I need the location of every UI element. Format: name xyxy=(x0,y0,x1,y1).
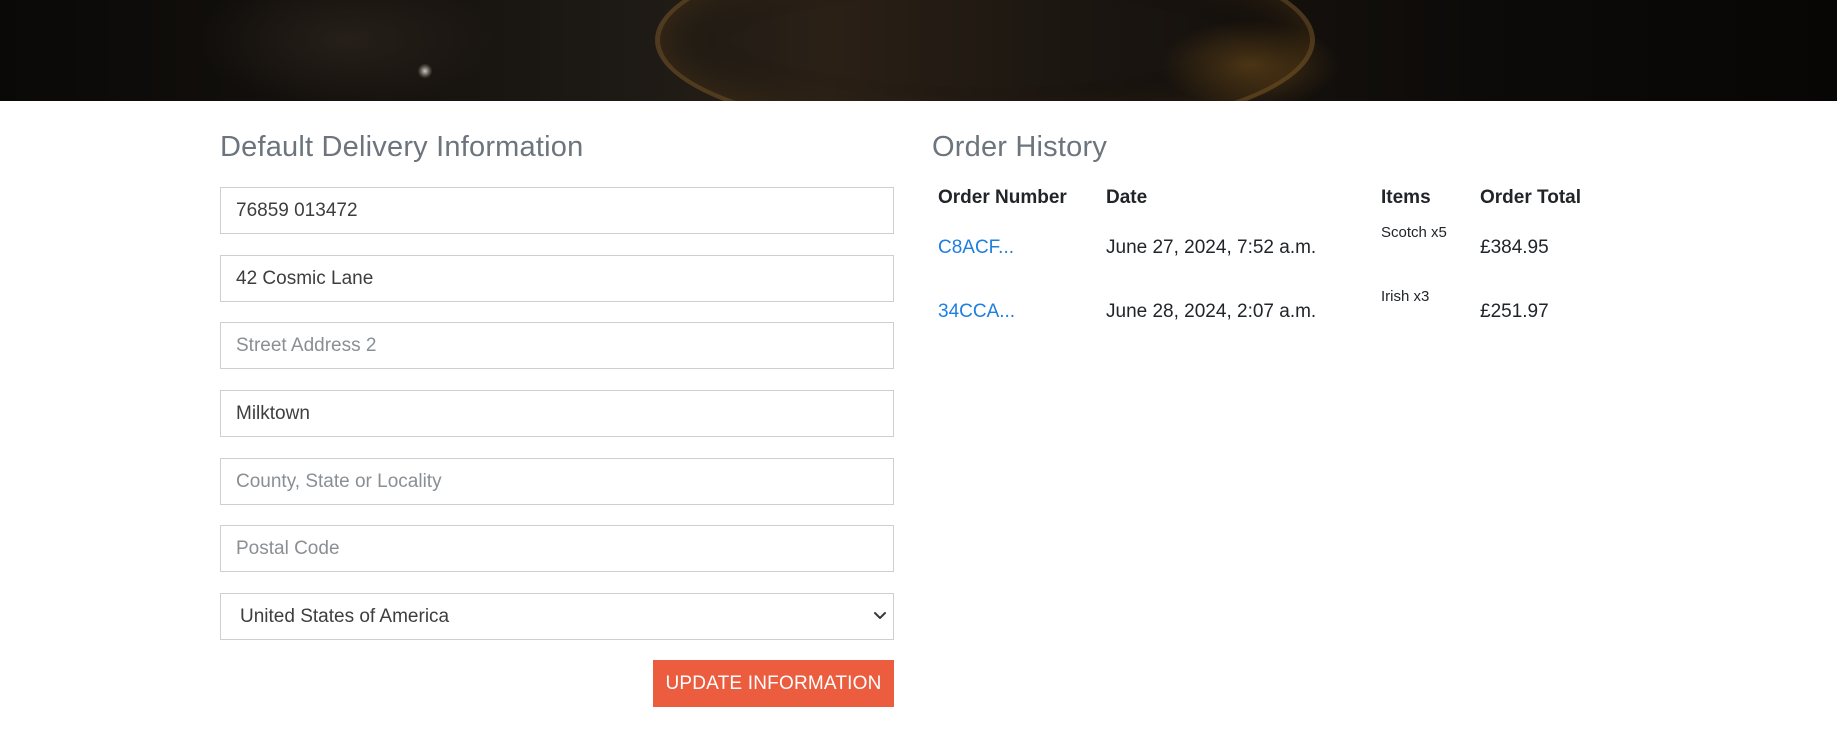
country-select-wrapper: United States of America xyxy=(220,593,894,640)
hero-banner-image xyxy=(0,0,1837,101)
column-header-items: Items xyxy=(1381,187,1431,208)
order-number-link[interactable]: C8ACF... xyxy=(938,237,1014,258)
update-information-button[interactable]: UPDATE INFORMATION xyxy=(653,660,894,707)
column-header-order-total: Order Total xyxy=(1480,187,1581,208)
street-address-1-field[interactable] xyxy=(220,255,894,302)
postal-code-field[interactable] xyxy=(220,525,894,572)
order-date: June 27, 2024, 7:52 a.m. xyxy=(1106,237,1317,258)
phone-number-field[interactable] xyxy=(220,187,894,234)
order-items: Irish x3 xyxy=(1381,288,1430,305)
order-total: £251.97 xyxy=(1480,301,1549,322)
hero-decor-amber xyxy=(1160,20,1340,101)
column-header-date: Date xyxy=(1106,187,1148,208)
order-number-cell: 34CCA... xyxy=(932,280,1100,344)
town-city-field[interactable] xyxy=(220,390,894,437)
order-history-table: Order Number Date Items Order Total C8AC… xyxy=(932,180,1606,344)
order-date: June 28, 2024, 2:07 a.m. xyxy=(1106,301,1317,322)
order-number-link[interactable]: 34CCA... xyxy=(938,301,1015,322)
order-total: £384.95 xyxy=(1480,237,1549,258)
hero-decor-glint xyxy=(418,64,432,78)
column-header-order-number: Order Number xyxy=(938,187,1067,208)
order-items: Scotch x5 xyxy=(1381,224,1447,241)
country-select[interactable]: United States of America xyxy=(220,593,894,640)
hero-decor-glass-left xyxy=(195,0,495,101)
table-row: C8ACF... June 27, 2024, 7:52 a.m. Scotch… xyxy=(932,216,1606,280)
order-history-title: Order History xyxy=(932,131,1108,163)
county-state-field[interactable] xyxy=(220,458,894,505)
table-row: 34CCA... June 28, 2024, 2:07 a.m. Irish … xyxy=(932,280,1606,344)
table-header-row: Order Number Date Items Order Total xyxy=(932,180,1606,216)
street-address-2-field[interactable] xyxy=(220,322,894,369)
delivery-section-title: Default Delivery Information xyxy=(220,131,584,163)
order-number-cell: C8ACF... xyxy=(932,216,1100,280)
